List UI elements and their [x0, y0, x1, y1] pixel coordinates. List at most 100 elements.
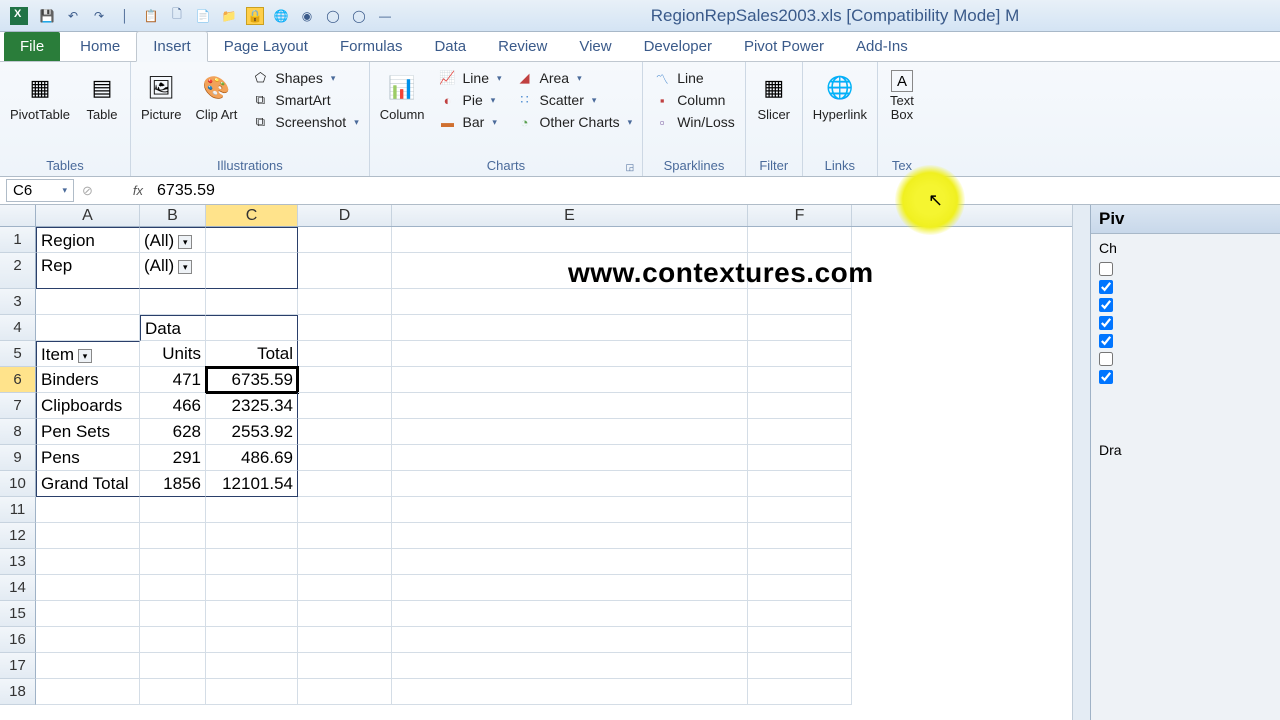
cell[interactable]	[298, 289, 392, 315]
textbox-button[interactable]: A Text Box	[884, 68, 920, 125]
cell[interactable]	[748, 289, 852, 315]
field-check[interactable]	[1091, 278, 1280, 296]
cell[interactable]	[748, 497, 852, 523]
cell[interactable]: 2325.34	[206, 393, 298, 419]
cell[interactable]	[206, 315, 298, 341]
cell[interactable]	[748, 419, 852, 445]
area-chart-button[interactable]: ◢Area▾	[512, 68, 637, 88]
cell[interactable]	[140, 601, 206, 627]
charts-launcher-icon[interactable]: ◲	[626, 162, 635, 173]
column-chart-button[interactable]: 📊 Column	[376, 68, 429, 124]
cell[interactable]: Item▾	[36, 341, 140, 367]
macro3-icon[interactable]: ◯	[350, 7, 368, 25]
cell[interactable]	[206, 601, 298, 627]
filter-dropdown-icon[interactable]: ▾	[78, 349, 92, 363]
folder-icon[interactable]: 📁	[220, 7, 238, 25]
cell[interactable]: Rep	[36, 253, 140, 289]
tab-data[interactable]: Data	[418, 32, 482, 61]
cell[interactable]: 486.69	[206, 445, 298, 471]
rowhdr[interactable]: 6	[0, 367, 36, 393]
field-check[interactable]	[1091, 296, 1280, 314]
rowhdr[interactable]: 13	[0, 549, 36, 575]
rowhdr[interactable]: 3	[0, 289, 36, 315]
tab-formulas[interactable]: Formulas	[324, 32, 419, 61]
rowhdr[interactable]: 18	[0, 679, 36, 705]
cell[interactable]	[298, 367, 392, 393]
paste-icon[interactable]: 📋	[142, 7, 160, 25]
field-checkbox[interactable]	[1099, 298, 1113, 312]
rowhdr[interactable]: 9	[0, 445, 36, 471]
cell[interactable]: Data	[140, 315, 206, 341]
cell[interactable]: Units	[140, 341, 206, 367]
rowhdr[interactable]: 15	[0, 601, 36, 627]
cell[interactable]	[748, 445, 852, 471]
redo-icon[interactable]: ↷	[90, 7, 108, 25]
colhdr-d[interactable]: D	[298, 205, 392, 226]
lock-icon[interactable]: 🔒	[246, 7, 264, 25]
cell[interactable]	[298, 627, 392, 653]
rowhdr[interactable]: 12	[0, 523, 36, 549]
cell[interactable]: 1856	[140, 471, 206, 497]
save-icon[interactable]: 💾	[38, 7, 56, 25]
new-icon[interactable]: 🗋	[168, 7, 186, 25]
cell[interactable]	[298, 523, 392, 549]
pie-chart-button[interactable]: ◐Pie▾	[435, 90, 506, 110]
macro1-icon[interactable]: ◉	[298, 7, 316, 25]
cell[interactable]	[298, 253, 392, 289]
tab-insert[interactable]: Insert	[136, 31, 208, 62]
cell[interactable]	[36, 679, 140, 705]
cell[interactable]	[140, 653, 206, 679]
cell[interactable]	[298, 679, 392, 705]
cell[interactable]: 6735.59	[206, 367, 298, 393]
cell[interactable]	[140, 289, 206, 315]
cell[interactable]	[748, 627, 852, 653]
cell[interactable]	[36, 575, 140, 601]
cell[interactable]: Pens	[36, 445, 140, 471]
field-checkbox[interactable]	[1099, 316, 1113, 330]
cell[interactable]: Region	[36, 227, 140, 253]
field-check[interactable]	[1091, 260, 1280, 278]
cell[interactable]	[36, 627, 140, 653]
fx-icon[interactable]: fx	[133, 183, 143, 198]
cell[interactable]	[748, 575, 852, 601]
cell[interactable]	[748, 227, 852, 253]
cell[interactable]	[392, 289, 748, 315]
cell[interactable]	[392, 627, 748, 653]
cell[interactable]	[298, 601, 392, 627]
cell[interactable]	[140, 575, 206, 601]
slicer-button[interactable]: ▦ Slicer	[752, 68, 796, 124]
tab-review[interactable]: Review	[482, 32, 563, 61]
rowhdr[interactable]: 1	[0, 227, 36, 253]
vertical-scrollbar[interactable]	[1072, 205, 1090, 720]
cell[interactable]	[298, 445, 392, 471]
tab-add-ins[interactable]: Add-Ins	[840, 32, 924, 61]
field-checkbox[interactable]	[1099, 370, 1113, 384]
cell[interactable]	[36, 523, 140, 549]
field-checkbox[interactable]	[1099, 262, 1113, 276]
cell[interactable]	[748, 315, 852, 341]
filter-dropdown-icon[interactable]: ▾	[178, 235, 192, 249]
cell[interactable]	[206, 497, 298, 523]
cancel-icon[interactable]: ⊘	[82, 183, 93, 199]
cell[interactable]	[392, 549, 748, 575]
field-check[interactable]	[1091, 368, 1280, 386]
colhdr-b[interactable]: B	[140, 205, 206, 226]
cell[interactable]: (All)▾	[140, 227, 206, 253]
cell[interactable]	[748, 367, 852, 393]
cell[interactable]	[392, 471, 748, 497]
cell[interactable]: 471	[140, 367, 206, 393]
bar-chart-button[interactable]: ▬Bar▾	[435, 112, 506, 132]
macro2-icon[interactable]: ◯	[324, 7, 342, 25]
rowhdr[interactable]: 11	[0, 497, 36, 523]
rowhdr[interactable]: 17	[0, 653, 36, 679]
cell[interactable]	[206, 653, 298, 679]
cell[interactable]: Pen Sets	[36, 419, 140, 445]
cell[interactable]	[298, 419, 392, 445]
cell[interactable]	[140, 679, 206, 705]
pivottable-button[interactable]: ▦ PivotTable	[6, 68, 74, 124]
cell[interactable]	[392, 653, 748, 679]
cell[interactable]	[392, 523, 748, 549]
undo-icon[interactable]: ↶	[64, 7, 82, 25]
cell[interactable]: (All)▾	[140, 253, 206, 289]
cell[interactable]	[36, 653, 140, 679]
